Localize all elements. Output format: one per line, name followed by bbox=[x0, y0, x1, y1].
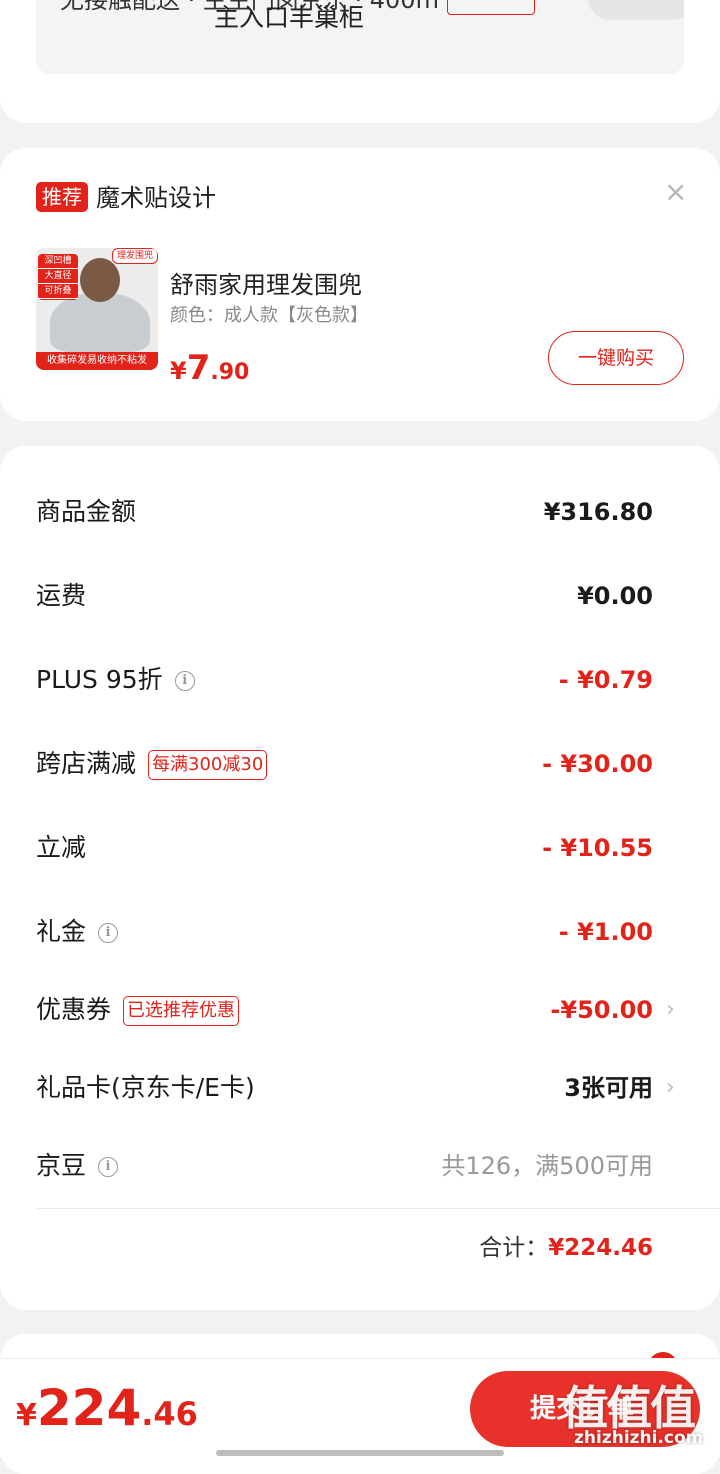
summary-row-jingdou: 京豆 i 共126，满500可用 bbox=[36, 1146, 653, 1186]
row-label-wrap: PLUS 95折 i bbox=[36, 660, 195, 700]
total-line: 合计：¥224.46 bbox=[479, 1228, 653, 1268]
thumb-tag: 大直径 bbox=[38, 269, 78, 284]
one-click-buy-button[interactable]: 一键购买 bbox=[548, 331, 684, 385]
row-value: - ¥1.00 bbox=[558, 918, 653, 946]
total-value: ¥224.46 bbox=[548, 1235, 653, 1261]
thumb-tag-right: 理发围兜 bbox=[112, 248, 158, 264]
coupon-tag: 已选推荐优惠 bbox=[123, 996, 240, 1026]
summary-row-gift-card[interactable]: 礼品卡(京东卡/E卡) 3张可用 bbox=[36, 1068, 653, 1108]
summary-row-goods: 商品金额 ¥316.80 bbox=[36, 492, 653, 532]
row-value: 3张可用 bbox=[564, 1074, 653, 1102]
row-label-wrap: 优惠券 已选推荐优惠 bbox=[36, 990, 240, 1030]
summary-row-gift-cash: 礼金 i - ¥1.00 bbox=[36, 912, 653, 952]
row-label: PLUS 95折 bbox=[36, 665, 163, 694]
row-label-wrap: 京豆 i bbox=[36, 1146, 119, 1186]
row-value: - ¥30.00 bbox=[542, 750, 653, 778]
bottom-price: ¥224.46 bbox=[16, 1379, 198, 1437]
info-icon[interactable]: i bbox=[98, 923, 119, 943]
watermark-url: zhizhizhi.com bbox=[574, 1428, 704, 1448]
promo-tag: 每满300减30 bbox=[148, 750, 268, 780]
price-decimal: .46 bbox=[141, 1395, 198, 1433]
price-symbol: ¥ bbox=[16, 1398, 37, 1433]
address-box[interactable]: 无接触配送 · 主主门岗京东 · 400m 主入口丰巢柜 bbox=[36, 0, 684, 74]
price-integer: 7 bbox=[186, 348, 211, 388]
row-label: 京豆 bbox=[36, 1151, 87, 1180]
price-integer: 224 bbox=[36, 1379, 142, 1437]
row-label: 商品金额 bbox=[36, 497, 137, 526]
price-symbol: ¥ bbox=[170, 357, 187, 385]
row-value: 共126，满500可用 bbox=[441, 1152, 653, 1180]
summary-row-cross-store: 跨店满减 每满300减30 - ¥30.00 bbox=[36, 744, 653, 784]
row-label: 礼金 bbox=[36, 917, 87, 946]
address-tag bbox=[446, 0, 535, 15]
home-indicator[interactable] bbox=[216, 1450, 504, 1456]
row-label-wrap: 礼金 i bbox=[36, 912, 119, 952]
row-label: 跨店满减 bbox=[36, 749, 137, 778]
order-summary-card: 商品金额 ¥316.80 运费 ¥0.00 PLUS 95折 i - ¥0.79 … bbox=[0, 446, 720, 1310]
chevron-right-icon[interactable]: › bbox=[666, 990, 675, 1030]
row-value: - ¥0.79 bbox=[558, 666, 653, 694]
product-name[interactable]: 舒雨家用理发围兜 bbox=[170, 265, 362, 300]
thumb-tag-block: 深凹槽 大直径 可折叠 bbox=[38, 254, 78, 300]
summary-row-coupon[interactable]: 优惠券 已选推荐优惠 -¥50.00 bbox=[36, 990, 653, 1030]
divider bbox=[36, 1208, 720, 1209]
row-value: - ¥10.55 bbox=[542, 834, 653, 862]
thumb-tag: 可折叠 bbox=[38, 284, 78, 299]
row-value: -¥50.00 bbox=[550, 996, 653, 1024]
summary-row-instant-discount: 立减 - ¥10.55 bbox=[36, 828, 653, 868]
address-line-2: 主入口丰巢柜 bbox=[214, 3, 365, 32]
address-card[interactable]: 无接触配送 · 主主门岗京东 · 400m 主入口丰巢柜 bbox=[0, 0, 720, 123]
product-price: ¥7.90 bbox=[170, 348, 249, 388]
recommend-card: 推荐 魔术贴设计 × 深凹槽 大直径 可折叠 理发围兜 收集碎发易收纳不粘发 舒… bbox=[0, 148, 720, 421]
info-icon[interactable]: i bbox=[174, 671, 195, 691]
chevron-right-icon[interactable]: › bbox=[666, 1068, 675, 1108]
recommend-badge: 推荐 bbox=[36, 182, 88, 212]
product-thumbnail[interactable]: 深凹槽 大直径 可折叠 理发围兜 收集碎发易收纳不粘发 bbox=[36, 248, 158, 370]
thumb-tag: 深凹槽 bbox=[38, 254, 78, 269]
row-label: 礼品卡(京东卡/E卡) bbox=[36, 1073, 255, 1102]
info-icon[interactable]: i bbox=[98, 1157, 119, 1177]
product-spec: 颜色：成人款【灰色款】 bbox=[170, 305, 368, 326]
summary-row-plus: PLUS 95折 i - ¥0.79 bbox=[36, 660, 653, 700]
row-value: ¥316.80 bbox=[543, 498, 653, 526]
close-icon[interactable]: × bbox=[664, 176, 687, 208]
summary-row-shipping: 运费 ¥0.00 bbox=[36, 576, 653, 616]
total-label: 合计： bbox=[479, 1235, 549, 1261]
row-label: 立减 bbox=[36, 833, 87, 862]
row-value: ¥0.00 bbox=[577, 582, 653, 610]
row-label-wrap: 跨店满减 每满300减30 bbox=[36, 744, 268, 784]
price-decimal: .90 bbox=[210, 360, 250, 385]
head-shape bbox=[80, 258, 120, 302]
thumb-strip: 收集碎发易收纳不粘发 bbox=[36, 352, 158, 370]
row-label: 优惠券 bbox=[36, 995, 112, 1024]
row-label: 运费 bbox=[36, 581, 87, 610]
address-edit-pill[interactable] bbox=[588, 0, 684, 20]
recommend-title: 魔术贴设计 bbox=[96, 184, 216, 212]
